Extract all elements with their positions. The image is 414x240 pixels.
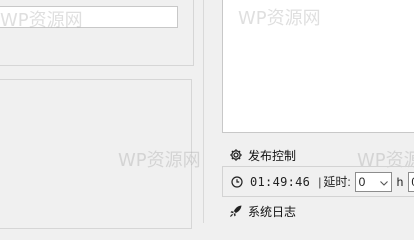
- column-divider: [203, 0, 204, 223]
- separator: |: [318, 174, 322, 189]
- rocket-icon: [229, 204, 243, 218]
- delay-minutes-input[interactable]: 0: [408, 171, 414, 192]
- publish-control-header: 发布控制: [229, 147, 296, 163]
- delay-hours-value: 0: [358, 174, 366, 189]
- chevron-down-icon[interactable]: [379, 177, 389, 187]
- top-input-field[interactable]: [0, 6, 178, 28]
- hours-unit-label: h: [396, 174, 404, 189]
- system-log-title: 系统日志: [248, 204, 297, 219]
- publish-control-title: 发布控制: [248, 148, 297, 163]
- content-textarea[interactable]: [222, 0, 414, 133]
- delay-hours-dropdown[interactable]: 0: [354, 171, 392, 192]
- current-time: 01:49:46: [250, 174, 311, 189]
- publish-control-row: 01:49:46 | 延时: 0 h 0: [222, 166, 414, 197]
- gear-icon: [229, 148, 243, 162]
- left-lower-panel: [0, 79, 192, 229]
- clock-icon: [230, 175, 244, 189]
- system-log-header: 系统日志: [229, 203, 296, 219]
- delay-label: 延时:: [323, 175, 351, 189]
